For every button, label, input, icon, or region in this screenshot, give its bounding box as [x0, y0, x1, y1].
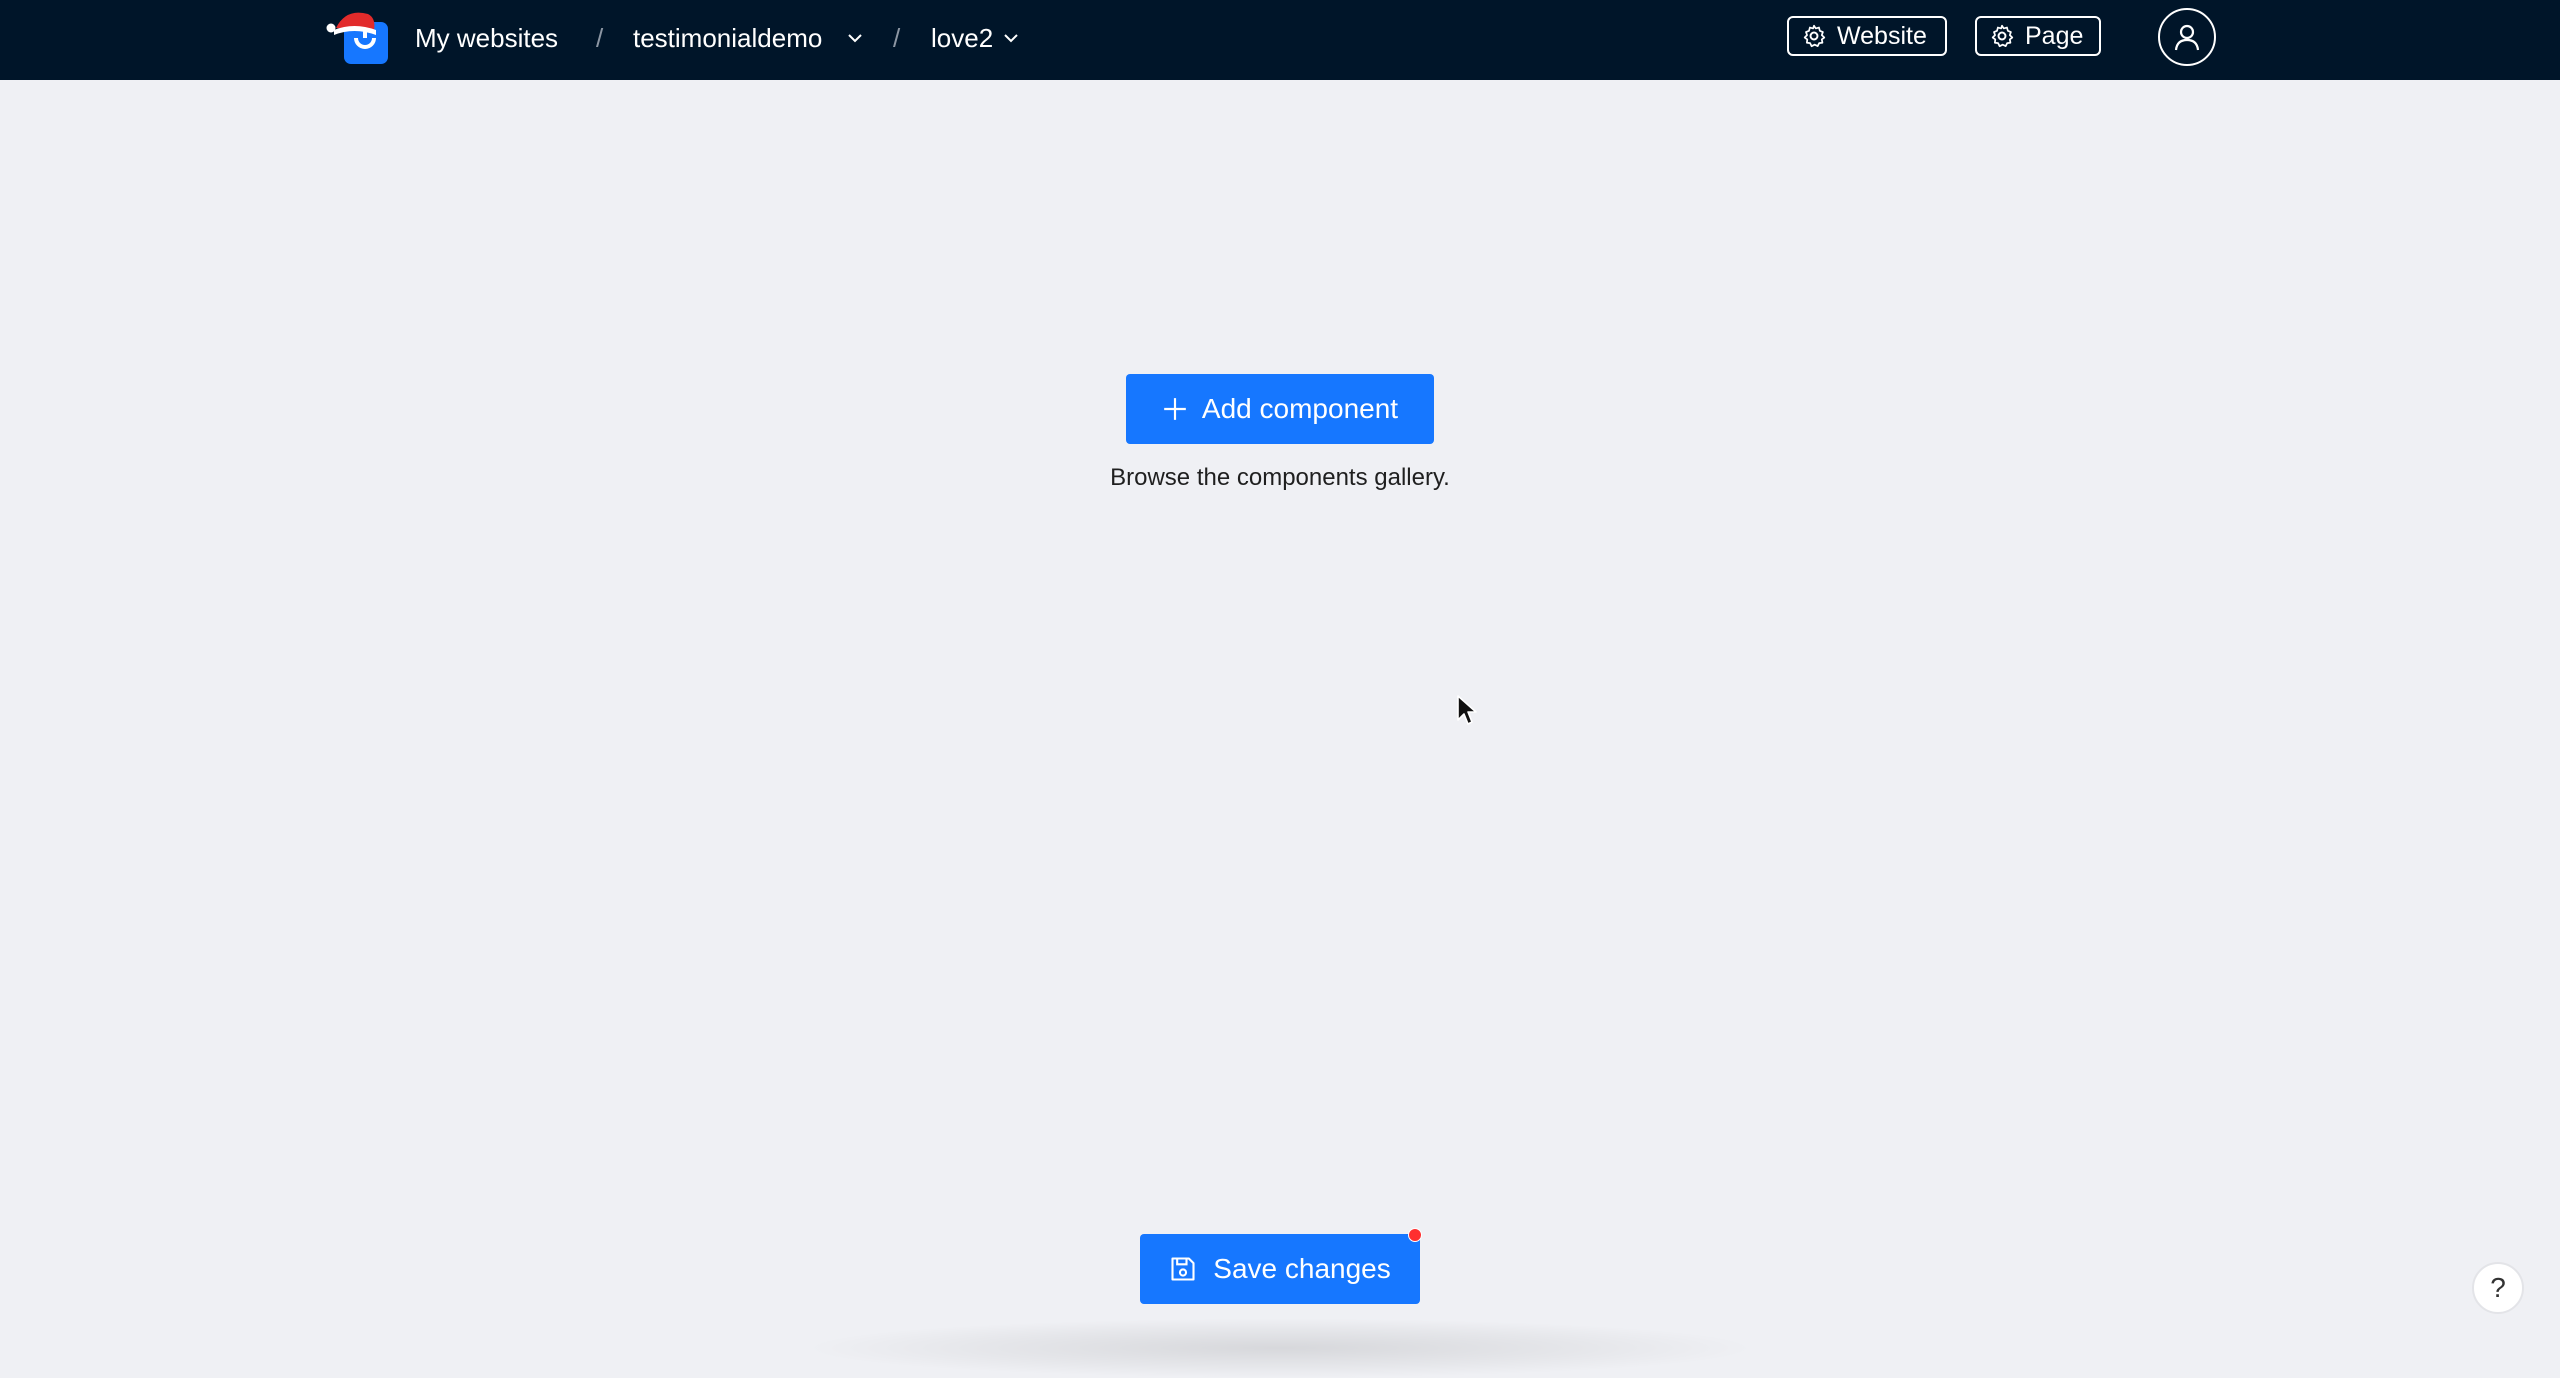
breadcrumb-page[interactable]: love2 [931, 0, 993, 76]
add-component-button[interactable]: Add component [1126, 374, 1434, 444]
save-icon [1171, 1257, 1195, 1281]
unsaved-indicator-dot [1408, 1228, 1422, 1242]
breadcrumb-separator: / [893, 23, 901, 53]
top-navigation-bar: My websites / testimonialdemo / love2 We… [0, 0, 2560, 80]
page-settings-label: Page [2025, 21, 2084, 50]
help-button[interactable]: ? [2472, 1262, 2524, 1314]
breadcrumb-separator: / [596, 23, 604, 53]
mouse-cursor-icon [1457, 695, 1477, 725]
santa-hat-logo-icon[interactable] [324, 8, 390, 64]
chevron-down-icon[interactable] [846, 29, 864, 47]
save-changes-label: Save changes [1213, 1253, 1391, 1284]
save-changes-button[interactable]: Save changes [1140, 1228, 1422, 1304]
save-bar-shadow [800, 1318, 1760, 1378]
website-settings-label: Website [1837, 21, 1927, 50]
components-gallery-hint: Browse the components gallery. [1110, 464, 1450, 491]
page-settings-button[interactable]: Page [1975, 16, 2101, 56]
user-icon [2174, 24, 2200, 51]
breadcrumb-my-websites[interactable]: My websites [415, 0, 558, 76]
add-component-label: Add component [1201, 393, 1399, 424]
breadcrumb-website[interactable]: testimonialdemo [633, 0, 822, 76]
gear-icon [1991, 24, 2014, 48]
user-avatar-button[interactable] [2158, 8, 2216, 66]
website-settings-button[interactable]: Website [1787, 16, 1947, 56]
gear-icon [1803, 24, 1826, 48]
plus-icon [1164, 398, 1186, 420]
chevron-down-icon[interactable] [1002, 29, 1020, 47]
